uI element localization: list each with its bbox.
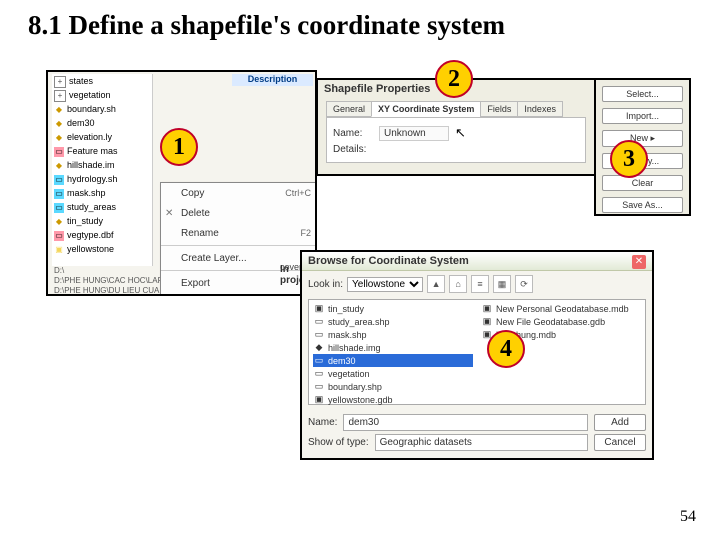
panel-catalog-tree: Description +states+vegetation◆boundary.… [46, 70, 317, 296]
tree-item[interactable]: ▭study_areas [52, 200, 152, 214]
spatialref-saveas-button[interactable]: Save As... [602, 197, 683, 213]
file-item[interactable]: ▭boundary.shp [313, 380, 473, 393]
tree-item[interactable]: ◆elevation.ly [52, 130, 152, 144]
tree-item[interactable]: ▭Feature mas [52, 144, 152, 158]
up-folder-icon[interactable]: ▲ [427, 275, 445, 293]
file-item[interactable]: ▣yellowstone.gdb [313, 393, 473, 406]
tab-general[interactable]: General [326, 101, 372, 117]
file-name-label: Name: [308, 417, 337, 428]
description-header: Description [232, 74, 313, 86]
list-view-icon[interactable]: ≡ [471, 275, 489, 293]
tab-fields[interactable]: Fields [480, 101, 518, 117]
menu-item[interactable]: RenameF2 [161, 223, 315, 243]
file-list[interactable]: ▣tin_study▭study_area.shp▭mask.shp◆hills… [308, 299, 646, 405]
properties-tabs[interactable]: GeneralXY Coordinate SystemFieldsIndexes [326, 101, 586, 117]
cancel-button[interactable]: Cancel [594, 434, 646, 451]
spatialref-import-button[interactable]: Import... [602, 108, 683, 124]
menu-item[interactable]: CopyCtrl+C [161, 183, 315, 203]
file-type-select[interactable]: Geographic datasets [375, 434, 588, 451]
tab-xy-coordinate-system[interactable]: XY Coordinate System [371, 101, 481, 117]
file-item[interactable]: ▭vegetation [313, 367, 473, 380]
file-item[interactable]: ▣tin_study [313, 302, 473, 315]
name-value: Unknown [379, 126, 449, 141]
panel-browse-coordsys: Browse for Coordinate System ✕ Look in: … [300, 250, 654, 460]
tree-item[interactable]: ▭vegtype.dbf [52, 228, 152, 242]
file-type-label: Show of type: [308, 437, 369, 448]
tree-item[interactable]: ◆tin_study [52, 214, 152, 228]
details-view-icon[interactable]: ▦ [493, 275, 511, 293]
browse-title: Browse for Coordinate System [302, 252, 652, 271]
close-icon[interactable]: ✕ [632, 255, 646, 269]
add-button[interactable]: Add [594, 414, 646, 431]
tree-item[interactable]: ▭hydrology.sh [52, 172, 152, 186]
callout-2: 2 [435, 60, 473, 98]
slide-title: 8.1 Define a shapefile's coordinate syst… [28, 10, 692, 41]
tab-indexes[interactable]: Indexes [517, 101, 563, 117]
refresh-icon[interactable]: ⟳ [515, 275, 533, 293]
catalog-tree[interactable]: +states+vegetation◆boundary.sh◆dem30◆ele… [52, 74, 153, 266]
file-item[interactable]: ▭study_area.shp [313, 315, 473, 328]
file-item[interactable]: ▣New File Geodatabase.gdb [481, 315, 641, 328]
tree-item[interactable]: +vegetation [52, 88, 152, 102]
tree-item[interactable]: ◆dem30 [52, 116, 152, 130]
tree-item[interactable]: +states [52, 74, 152, 88]
file-item[interactable]: ◆hillshade.img [313, 341, 473, 354]
lookin-select[interactable]: Yellowstone [347, 277, 423, 292]
callout-4: 4 [487, 330, 525, 368]
callout-1: 1 [160, 128, 198, 166]
tree-item[interactable]: ◆hillshade.im [52, 158, 152, 172]
lookin-label: Look in: [308, 279, 343, 290]
cursor-icon: ↖ [455, 125, 466, 141]
spatialref-clear-button[interactable]: Clear [602, 175, 683, 191]
name-label: Name: [333, 128, 379, 139]
spatialref-select-button[interactable]: Select... [602, 86, 683, 102]
tree-item[interactable]: ▭mask.shp [52, 186, 152, 200]
file-item[interactable]: ▭mask.shp [313, 328, 473, 341]
file-item[interactable]: ▣New Personal Geodatabase.mdb [481, 302, 641, 315]
menu-item[interactable]: ✕Delete [161, 203, 315, 223]
callout-3: 3 [610, 140, 648, 178]
file-name-input[interactable]: dem30 [343, 414, 588, 431]
file-item[interactable]: ▭dem30 [313, 354, 473, 367]
tree-item[interactable]: ▣yellowstone [52, 242, 152, 256]
tree-item[interactable]: ◆boundary.sh [52, 102, 152, 116]
home-icon[interactable]: ⌂ [449, 275, 467, 293]
page-number: 54 [680, 508, 696, 526]
spatialref-new-button[interactable]: New ▸ [602, 130, 683, 147]
details-label: Details: [333, 144, 379, 155]
